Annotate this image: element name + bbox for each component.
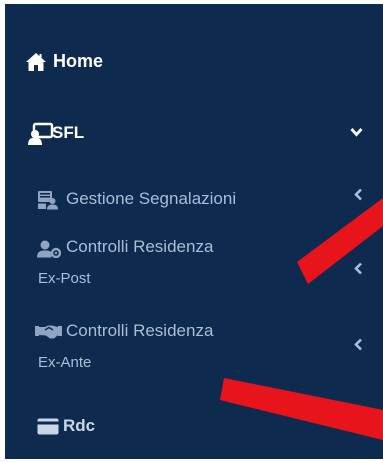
chevron-left-icon — [354, 418, 363, 436]
sidebar-item-label-line2: Ex-Ante — [38, 354, 92, 371]
users-screen-icon — [28, 122, 54, 145]
sidebar-item-controlli-residenza-ex-post[interactable]: Controlli Residenza Ex-Post — [5, 232, 383, 298]
sidebar-item-rdc[interactable]: Rdc — [5, 408, 383, 444]
sidebar-item-label: SFL — [52, 123, 85, 142]
chevron-left-icon — [354, 262, 363, 280]
sidebar-item-home[interactable]: Home — [5, 42, 383, 82]
sidebar-item-label: Gestione Segnalazioni — [66, 189, 237, 208]
sidebar-item-controlli-residenza-ex-ante[interactable]: Controlli Residenza Ex-Ante — [5, 316, 383, 382]
sidebar-item-gestione-segnalazioni[interactable]: Gestione Segnalazioni — [5, 182, 383, 218]
sidebar-item-label: Rdc — [63, 416, 96, 435]
sidebar-item-label: Home — [53, 51, 104, 71]
card-icon — [37, 418, 59, 435]
sidebar-menu: Home SFL Gestione Segnalazioni Controlli… — [5, 4, 383, 459]
home-icon — [26, 53, 46, 71]
screenshot-frame: Home SFL Gestione Segnalazioni Controlli… — [0, 0, 383, 462]
sidebar-item-label-line2: Ex-Post — [38, 270, 91, 287]
handshake-icon — [35, 325, 62, 339]
sidebar-item-label: Controlli Residenza — [66, 237, 214, 256]
sidebar-item-sfl[interactable]: SFL — [5, 112, 383, 156]
chevron-down-icon — [350, 124, 363, 141]
chevron-left-icon — [354, 338, 363, 356]
user-gear-icon — [37, 240, 61, 258]
chevron-left-icon — [354, 188, 363, 206]
notes-group-icon — [38, 191, 58, 210]
sidebar-item-label: Controlli Residenza — [66, 321, 214, 340]
